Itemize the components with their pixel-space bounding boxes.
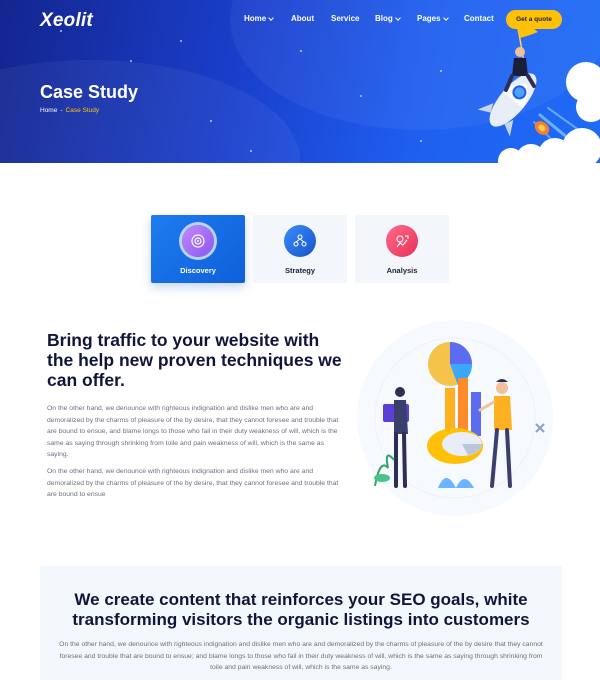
nav-item-label: Service (331, 14, 360, 23)
nav-item-label: Blog (375, 14, 393, 23)
tab-analysis[interactable]: Analysis (355, 215, 449, 283)
star-decoration (130, 60, 132, 62)
breadcrumb-home-link[interactable]: Home (40, 107, 57, 114)
star-decoration (250, 150, 252, 152)
analytics-illustration-icon (357, 320, 553, 516)
star-decoration (420, 140, 422, 142)
star-decoration (440, 70, 442, 72)
nav-item-about[interactable]: About (291, 14, 314, 23)
seo-goals-paragraph: On the other hand, we denounce with righ… (59, 641, 543, 671)
rocket-illustration (458, 20, 600, 163)
tab-label: Discovery (180, 266, 216, 275)
seo-goals-section: We create content that reinforces your S… (40, 566, 562, 680)
star-decoration (180, 40, 182, 42)
star-decoration (360, 95, 362, 97)
star-decoration (300, 50, 302, 52)
nav-item-pages[interactable]: Pages (417, 14, 449, 23)
seo-goals-heading: We create content that reinforces your S… (72, 590, 530, 629)
hero-banner: Xeolit Home About Service Blog Pages Con… (0, 0, 600, 163)
chevron-down-icon (394, 14, 401, 21)
star-decoration (210, 120, 212, 122)
nav-item-blog[interactable]: Blog (375, 14, 401, 23)
nav-item-label: Home (244, 14, 267, 23)
seo-analytics-illustration (350, 318, 560, 518)
brand-logo[interactable]: Xeolit (40, 10, 93, 32)
chevron-down-icon (442, 14, 449, 21)
tab-strategy[interactable]: Strategy (253, 215, 347, 283)
nav-item-home[interactable]: Home (244, 14, 275, 23)
cloud-decoration (562, 128, 600, 163)
breadcrumb: Home - Case Study (40, 107, 99, 114)
target-icon (182, 225, 214, 257)
case-study-tabs: Discovery Strategy Analysis (151, 215, 449, 283)
nav-item-label: Pages (417, 14, 441, 23)
tab-discovery[interactable]: Discovery (151, 215, 245, 283)
chart-analysis-icon (386, 225, 418, 257)
breadcrumb-current: Case Study (65, 107, 100, 114)
chevron-down-icon (268, 14, 275, 21)
nav-item-label: About (291, 14, 315, 23)
page-title: Case Study (40, 82, 139, 102)
tab-label: Strategy (284, 266, 315, 275)
breadcrumb-separator: - (60, 107, 63, 114)
team-icon (284, 225, 316, 257)
nav-item-service[interactable]: Service (331, 14, 359, 23)
section-paragraph: On the other hand, we denounce with righ… (47, 405, 339, 458)
tab-label: Analysis (386, 266, 418, 275)
section-heading: Bring traffic to your website with the h… (47, 330, 342, 390)
section-paragraph: On the other hand, we denounce with righ… (47, 468, 339, 498)
cloud-decoration (576, 92, 600, 122)
